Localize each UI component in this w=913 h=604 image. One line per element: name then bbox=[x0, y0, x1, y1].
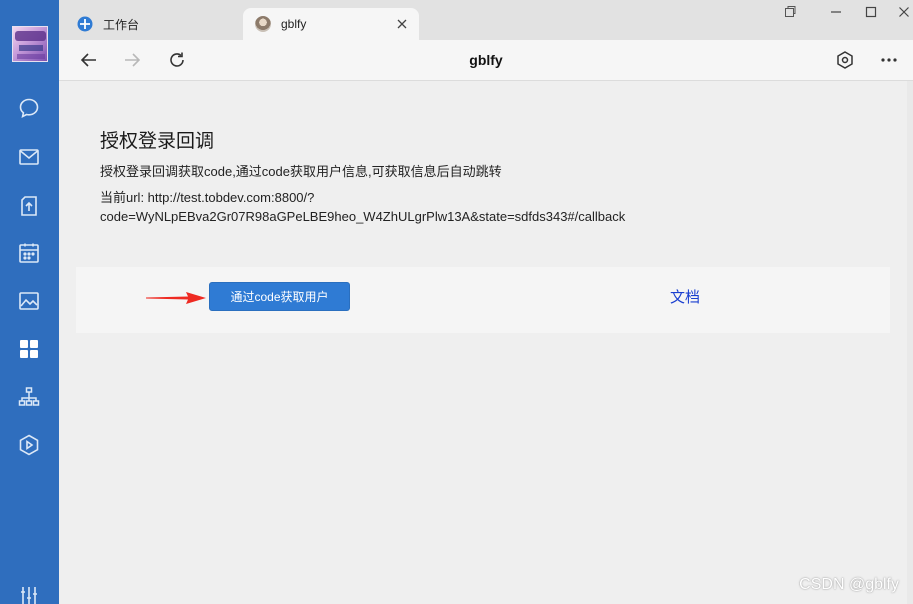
content-description: 授权登录回调获取code,通过code获取用户信息,可获取信息后自动跳转 bbox=[100, 164, 502, 179]
settings-hexagon-icon[interactable] bbox=[835, 50, 855, 70]
video-icon[interactable] bbox=[17, 433, 41, 457]
current-url-line-1: 当前url: http://test.tobdev.com:8800/? bbox=[100, 190, 315, 205]
red-arrow-annotation bbox=[146, 290, 206, 306]
scrollbar[interactable] bbox=[907, 81, 913, 604]
browser-toolbar: gblfy bbox=[59, 40, 913, 81]
settings-sliders-icon[interactable] bbox=[17, 584, 41, 604]
close-icon[interactable] bbox=[395, 17, 409, 31]
workbench-icon bbox=[77, 16, 93, 32]
image-icon[interactable] bbox=[17, 289, 41, 313]
calendar-icon[interactable] bbox=[17, 241, 41, 265]
maximize-icon[interactable] bbox=[864, 5, 878, 19]
profile-avatar-icon bbox=[255, 16, 271, 32]
page-content: 授权登录回调 授权登录回调获取code,通过code获取用户信息,可获取信息后自… bbox=[59, 81, 913, 604]
upload-icon[interactable] bbox=[17, 194, 41, 218]
action-panel: 通过code获取用户 文档 bbox=[76, 267, 890, 333]
minimize-icon[interactable] bbox=[829, 5, 843, 19]
org-chart-icon[interactable] bbox=[17, 385, 41, 409]
left-sidebar bbox=[0, 0, 59, 604]
watermark: CSDN @gblfy bbox=[799, 576, 899, 593]
restore-window-icon[interactable] bbox=[783, 5, 797, 19]
content-heading: 授权登录回调 bbox=[100, 131, 215, 152]
mail-icon[interactable] bbox=[17, 145, 41, 169]
get-user-by-code-button[interactable]: 通过code获取用户 bbox=[209, 282, 350, 311]
chat-icon[interactable] bbox=[17, 96, 41, 120]
user-avatar[interactable] bbox=[12, 26, 48, 62]
close-window-icon[interactable] bbox=[897, 5, 911, 19]
more-options-icon[interactable] bbox=[879, 50, 899, 70]
documentation-link[interactable]: 文档 bbox=[670, 286, 700, 307]
tab-bar: 工作台 gblfy bbox=[59, 0, 913, 40]
apps-icon[interactable] bbox=[17, 337, 41, 361]
tab-label: gblfy bbox=[281, 17, 307, 31]
current-url-line-2: code=WyNLpEBva2Gr07R98aGPeLBE9heo_W4ZhUL… bbox=[100, 209, 626, 224]
page-title: gblfy bbox=[469, 52, 503, 68]
tab-workbench[interactable]: 工作台 bbox=[59, 8, 243, 40]
tab-gblfy[interactable]: gblfy bbox=[243, 8, 419, 40]
tab-label: 工作台 bbox=[103, 17, 140, 32]
